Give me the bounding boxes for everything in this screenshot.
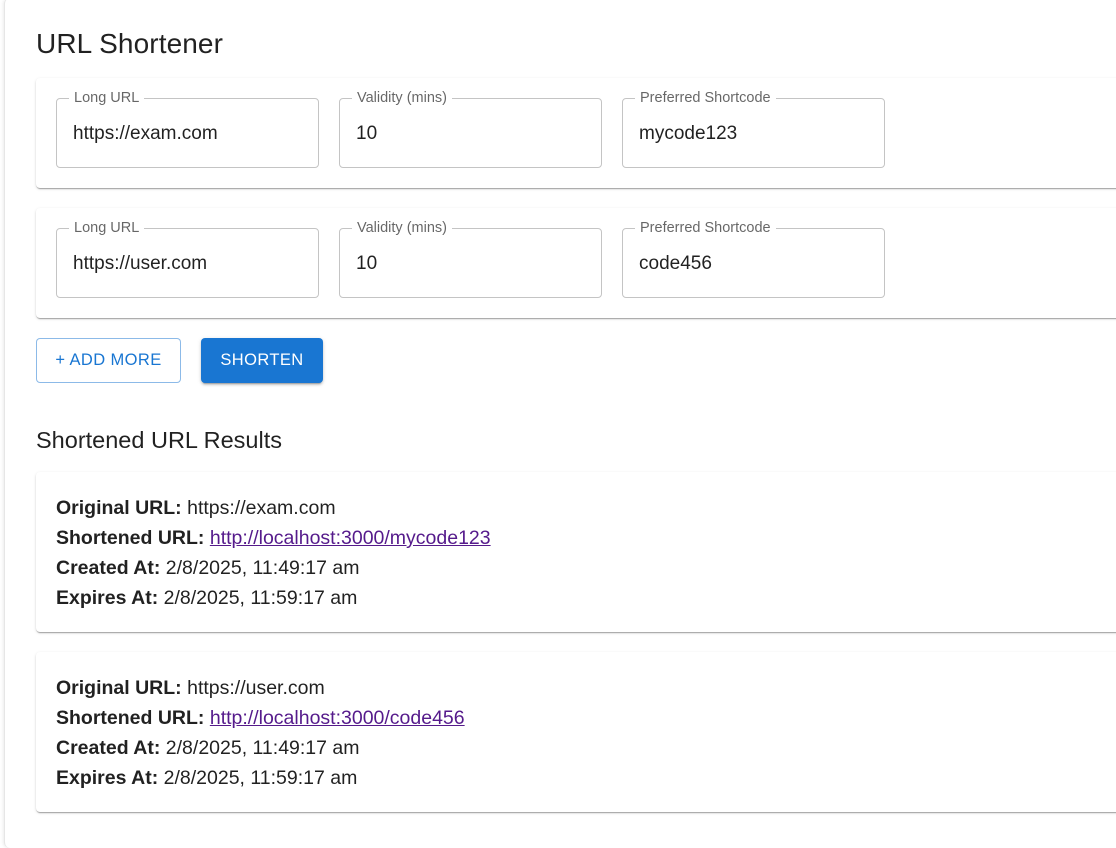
created-at-line: Created At: 2/8/2025, 11:49:17 am	[56, 733, 360, 763]
shortened-url-line: Shortened URL: http://localhost:3000/myc…	[56, 523, 491, 553]
shortened-url-link[interactable]: http://localhost:3000/mycode123	[210, 527, 491, 549]
shortened-url-label: Shortened URL:	[56, 707, 205, 729]
long-url-input[interactable]	[57, 229, 318, 297]
expires-at-value: 2/8/2025, 11:59:17 am	[163, 587, 358, 609]
results-heading: Shortened URL Results	[36, 427, 283, 453]
shortcode-input[interactable]	[623, 99, 884, 167]
page-title: URL Shortener	[36, 28, 224, 59]
expires-at-line: Expires At: 2/8/2025, 11:59:17 am	[56, 763, 357, 793]
validity-field[interactable]: Validity (mins)	[339, 220, 602, 298]
expires-at-label: Expires At:	[56, 587, 159, 609]
long-url-field[interactable]: Long URL	[56, 90, 319, 168]
expires-at-line: Expires At: 2/8/2025, 11:59:17 am	[56, 583, 357, 613]
created-at-value: 2/8/2025, 11:49:17 am	[165, 737, 360, 759]
shortened-url-line: Shortened URL: http://localhost:3000/cod…	[56, 703, 465, 733]
url-input-row: Long URL Validity (mins) Preferred Short…	[36, 78, 1116, 188]
long-url-field[interactable]: Long URL	[56, 220, 319, 298]
shorten-button[interactable]: SHORTEN	[201, 338, 323, 383]
shortened-url-link[interactable]: http://localhost:3000/code456	[210, 707, 465, 729]
created-at-value: 2/8/2025, 11:49:17 am	[165, 557, 360, 579]
original-url-line: Original URL: https://user.com	[56, 673, 325, 703]
add-more-button[interactable]: + ADD MORE	[36, 338, 181, 383]
created-at-line: Created At: 2/8/2025, 11:49:17 am	[56, 553, 360, 583]
original-url-label: Original URL:	[56, 677, 182, 699]
main-paper: URL Shortener Long URL Validity (mins) P…	[4, 0, 1116, 848]
shortcode-field[interactable]: Preferred Shortcode	[622, 220, 885, 298]
validity-input[interactable]	[340, 229, 601, 297]
expires-at-label: Expires At:	[56, 767, 159, 789]
long-url-input[interactable]	[57, 99, 318, 167]
shortcode-input[interactable]	[623, 229, 884, 297]
shortened-url-label: Shortened URL:	[56, 527, 205, 549]
result-card: Original URL: https://user.com Shortened…	[36, 652, 1116, 812]
validity-field[interactable]: Validity (mins)	[339, 90, 602, 168]
original-url-label: Original URL:	[56, 497, 182, 519]
result-card: Original URL: https://exam.com Shortened…	[36, 472, 1116, 632]
created-at-label: Created At:	[56, 557, 161, 579]
url-input-row: Long URL Validity (mins) Preferred Short…	[36, 208, 1116, 318]
original-url-line: Original URL: https://exam.com	[56, 493, 336, 523]
expires-at-value: 2/8/2025, 11:59:17 am	[163, 767, 358, 789]
original-url-value: https://exam.com	[187, 497, 336, 519]
created-at-label: Created At:	[56, 737, 161, 759]
original-url-value: https://user.com	[187, 677, 325, 699]
shortcode-field[interactable]: Preferred Shortcode	[622, 90, 885, 168]
validity-input[interactable]	[340, 99, 601, 167]
